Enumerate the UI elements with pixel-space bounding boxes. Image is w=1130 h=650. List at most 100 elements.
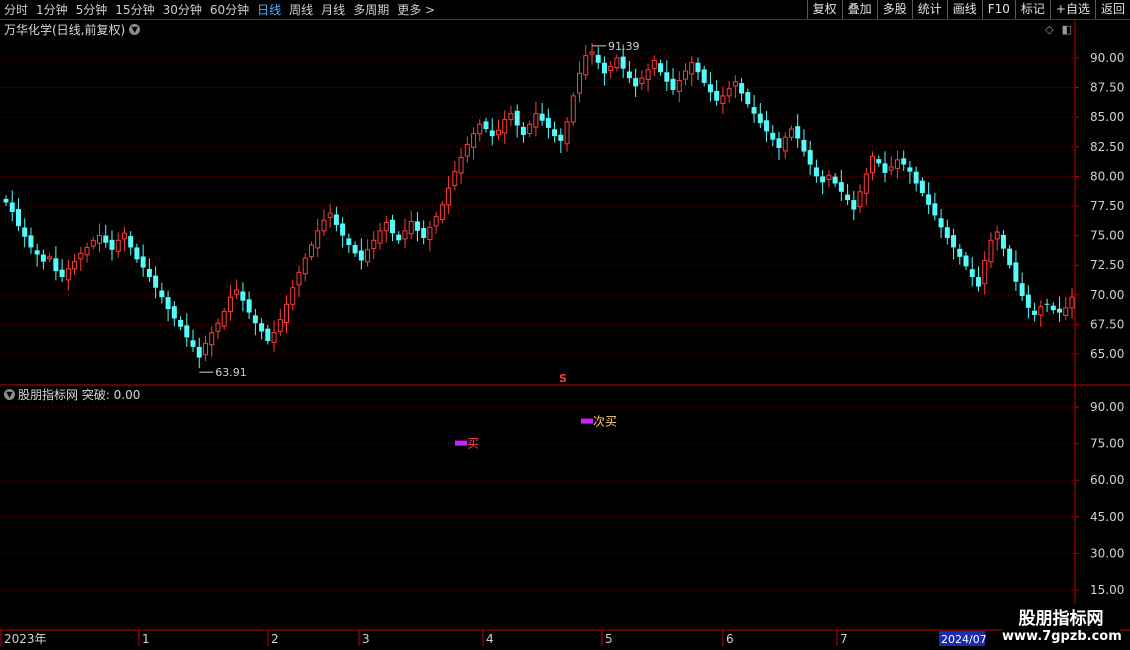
candle-body-down: [539, 113, 545, 121]
candle-body-down: [1044, 303, 1050, 305]
period-tab[interactable]: 分时: [4, 1, 28, 18]
toolbar-button[interactable]: 复权: [806, 0, 842, 19]
candle-body-up: [402, 230, 408, 240]
candle-body-up: [202, 342, 208, 356]
period-tab[interactable]: 多周期: [353, 1, 389, 18]
candle-body-down: [876, 159, 882, 164]
signal-bar: [455, 440, 467, 446]
candle-body-down: [707, 84, 713, 93]
candle-body-down: [745, 92, 751, 105]
candle-body-down: [845, 194, 851, 201]
time-tick-label: 2: [271, 632, 279, 646]
candle-body-up: [277, 319, 283, 332]
candle-body-down: [882, 163, 888, 173]
candle-body-down: [252, 315, 258, 324]
candle-body-down: [352, 245, 358, 254]
time-tick-label: 3: [362, 632, 370, 646]
period-tab[interactable]: 30分钟: [163, 1, 202, 18]
period-tabs: 分时 1分钟 5分钟 15分钟 30分钟 60分钟 日线 周线 月线 多周期 更多 >: [4, 0, 443, 19]
candle-body-up: [1063, 307, 1069, 316]
panel-toggle-icon[interactable]: ◧: [1062, 23, 1072, 36]
candle-body-down: [1007, 248, 1013, 266]
time-tick-label: 4: [486, 632, 494, 646]
candle-body-down: [109, 239, 115, 250]
candle-body-up: [452, 171, 458, 186]
candle-body-up: [570, 95, 576, 123]
candle-body-up: [315, 230, 321, 249]
candle-body-down: [146, 268, 152, 278]
period-tab[interactable]: 周线: [289, 1, 313, 18]
candle-body-up: [826, 174, 832, 180]
candle-body-down: [59, 269, 65, 278]
toolbar-button[interactable]: 标记: [1014, 0, 1050, 19]
toolbar-button[interactable]: 多股: [876, 0, 912, 19]
toolbar-button[interactable]: +自选: [1049, 0, 1095, 19]
candle-body-up: [994, 231, 1000, 240]
candle-body-down: [3, 198, 9, 203]
candle-body-down: [820, 176, 826, 183]
candle-body-down: [178, 319, 184, 327]
candle-body-up: [676, 79, 682, 92]
candle-body-down: [196, 346, 202, 358]
period-tab[interactable]: 5分钟: [76, 1, 108, 18]
chevron-down-icon[interactable]: ▼: [4, 388, 15, 400]
candle-body-down: [1025, 294, 1031, 308]
more-periods-button[interactable]: 更多 >: [397, 1, 435, 18]
period-tab[interactable]: 日线: [257, 1, 281, 18]
candle-body-up: [788, 128, 794, 138]
period-tab[interactable]: 60分钟: [210, 1, 249, 18]
period-tab[interactable]: 月线: [321, 1, 345, 18]
diamond-icon[interactable]: ◇: [1045, 23, 1053, 36]
candle-body-down: [776, 138, 782, 148]
candle-body-up: [651, 59, 657, 69]
time-tick-label: 7: [840, 632, 848, 646]
candle-body-up: [47, 256, 53, 260]
candle-body-down: [832, 176, 838, 184]
candle-body-down: [140, 256, 146, 268]
candle-body-down: [757, 113, 763, 124]
candle-body-up: [527, 123, 533, 135]
candle-body-up: [1038, 306, 1044, 316]
period-tab[interactable]: 15分钟: [115, 1, 154, 18]
price-tick-label: 90.00: [1090, 51, 1124, 65]
watermark: 股朋指标网 www.7gpzb.com: [1002, 604, 1122, 644]
candle-body-down: [489, 130, 495, 137]
candle-body-up: [502, 119, 508, 134]
toolbar-button[interactable]: F10: [981, 0, 1015, 19]
candle-body-down: [390, 219, 396, 234]
candle-body-up: [439, 204, 445, 220]
candle-body-up: [90, 239, 96, 247]
chevron-down-icon[interactable]: ▼: [129, 23, 141, 35]
toolbar-button[interactable]: 叠加: [841, 0, 877, 19]
candle-body-down: [340, 223, 346, 236]
toolbar-button[interactable]: 画线: [946, 0, 982, 19]
candle-body-down: [246, 299, 252, 313]
main-chart-title: 万华化学(日线,前复权) ▼: [4, 21, 141, 37]
candle-body-up: [227, 296, 233, 312]
indicator-tick-label: 15.00: [1090, 583, 1124, 597]
toolbar-right-buttons: 复权 叠加 多股 统计 画线 F10 标记 +自选 返回: [806, 0, 1130, 19]
candle-body-up: [495, 129, 501, 136]
candle-body-up: [589, 51, 595, 55]
candle-body-down: [838, 182, 844, 192]
period-toolbar: 分时 1分钟 5分钟 15分钟 30分钟 60分钟 日线 周线 月线 多周期 更多 > 复权 叠加 多股…: [0, 0, 1130, 20]
candle-body-down: [664, 72, 670, 82]
chart-canvas[interactable]: 90.00 87.50 85.00 82.50 80.00 77.50 75.00 72.50…: [0, 0, 1130, 650]
candle-body-up: [1069, 296, 1075, 309]
candle-body-up: [458, 156, 464, 174]
toolbar-button[interactable]: 统计: [911, 0, 947, 19]
candle-body-up: [564, 121, 570, 145]
candle-body-down: [159, 290, 165, 298]
candle-body-up: [365, 249, 371, 263]
candle-body-up: [682, 70, 688, 80]
period-tab[interactable]: 1分钟: [36, 1, 68, 18]
indicator-tick-label: 60.00: [1090, 473, 1124, 487]
candle-body-up: [97, 235, 103, 244]
candle-body-up: [583, 55, 589, 76]
candle-body-down: [165, 297, 171, 310]
low-price-label: 63.91: [215, 366, 247, 379]
candle-body-down: [265, 328, 271, 341]
toolbar-button[interactable]: 返回: [1094, 0, 1130, 19]
candlestick-series: [3, 42, 1075, 369]
candle-body-down: [938, 218, 944, 228]
